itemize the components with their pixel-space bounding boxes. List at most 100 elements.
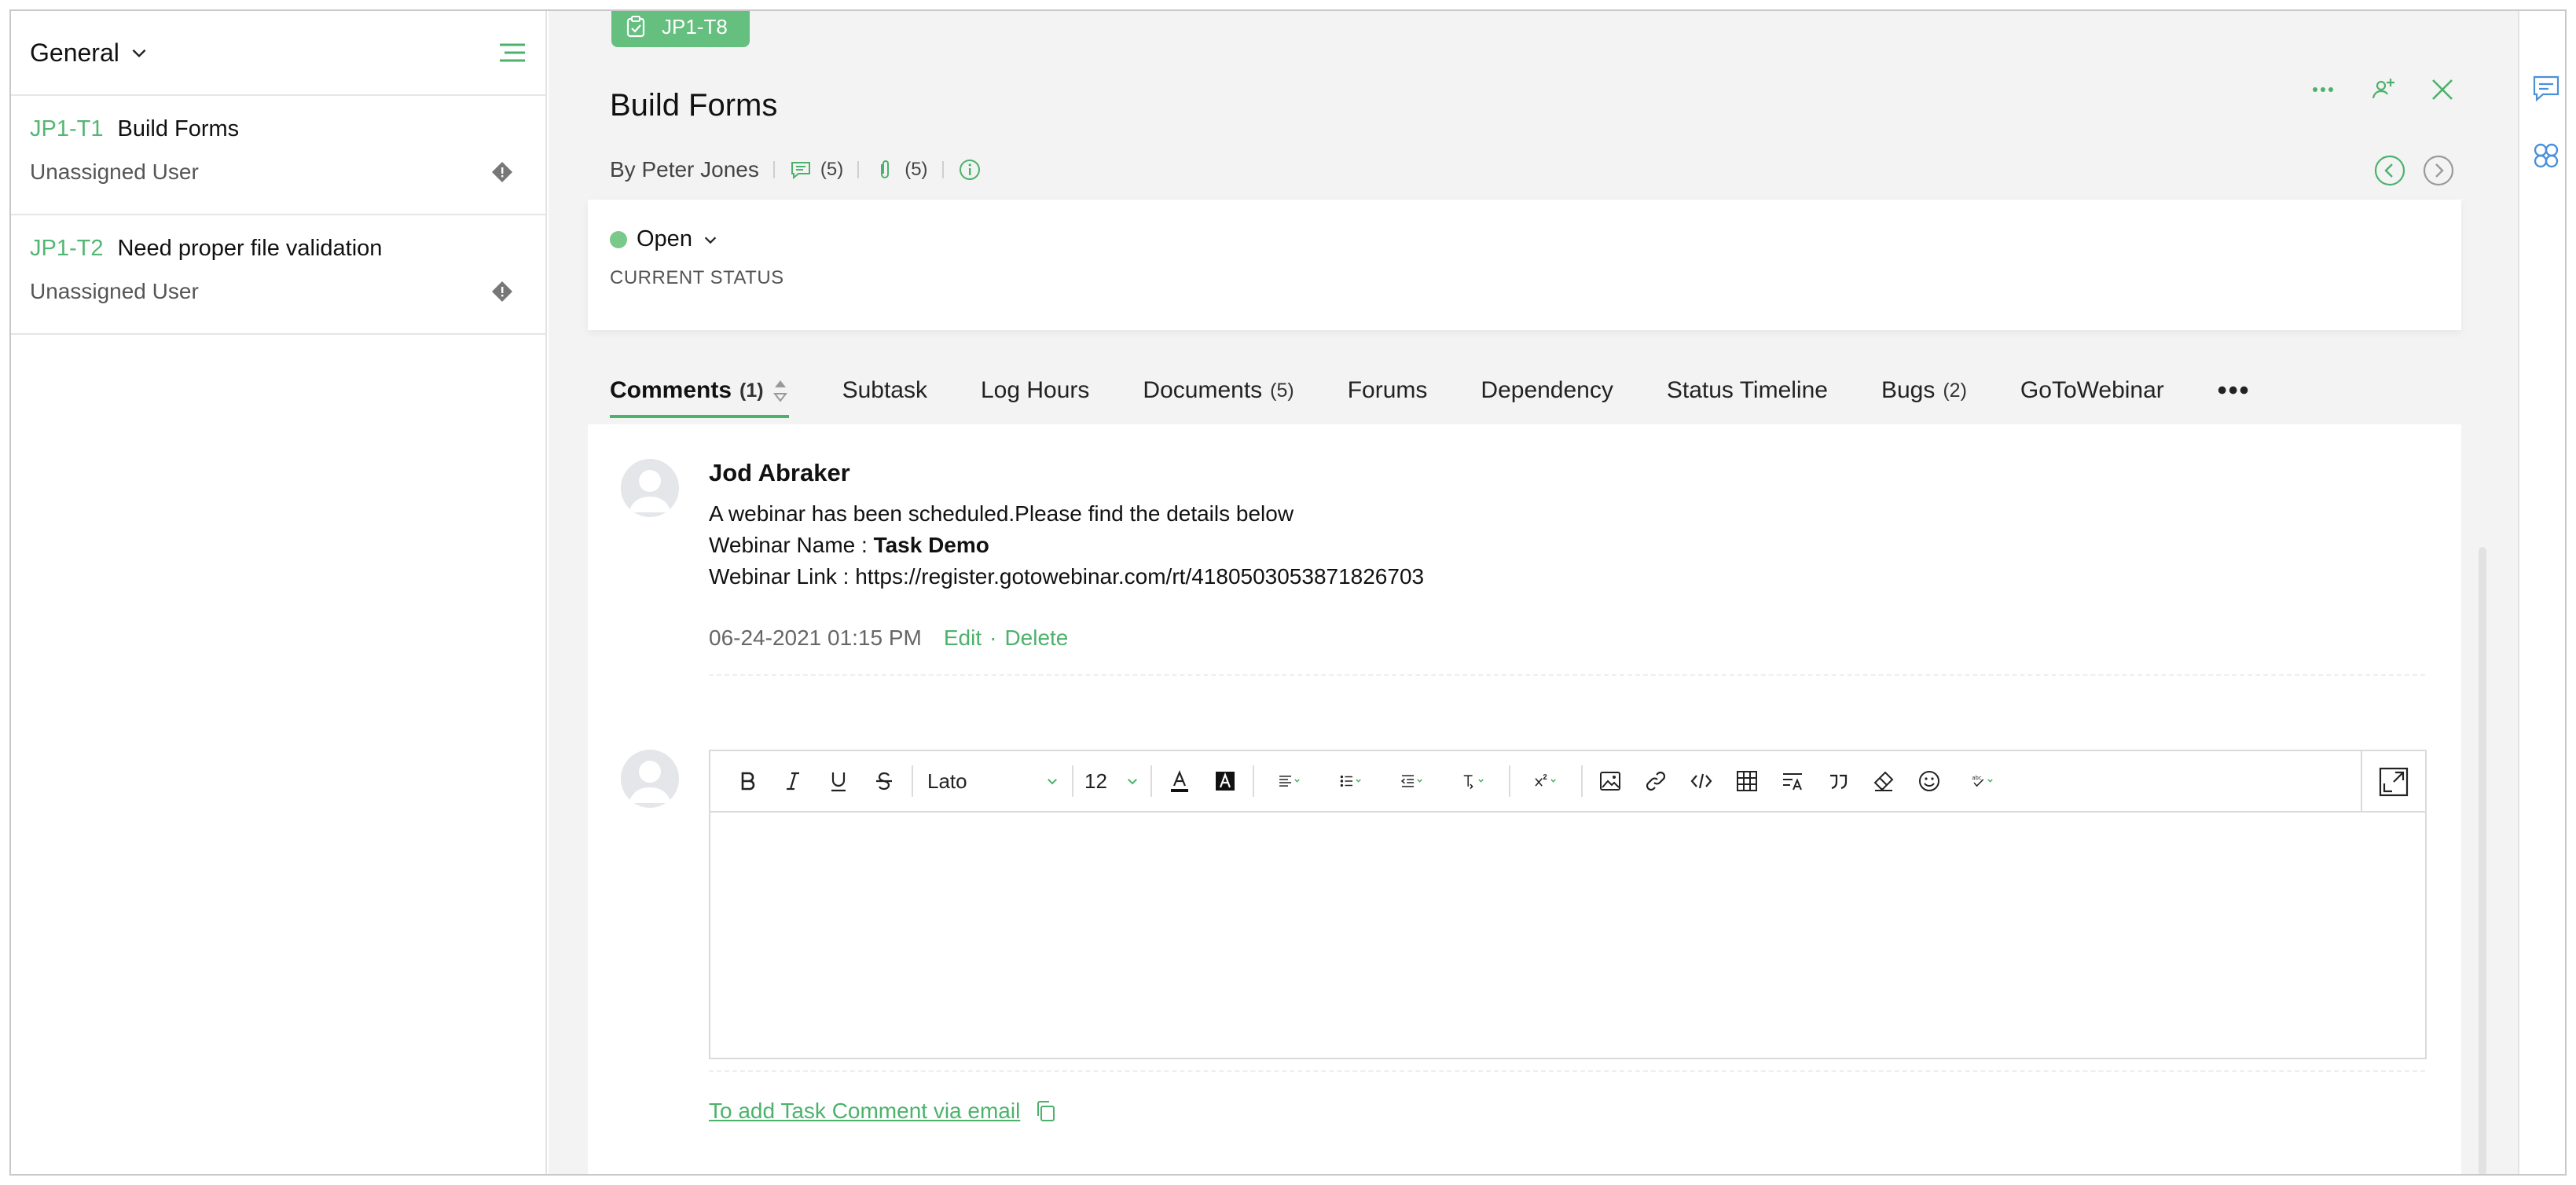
strikethrough-icon bbox=[876, 772, 892, 791]
chat-icon[interactable] bbox=[2530, 72, 2562, 104]
delete-comment-link[interactable]: Delete bbox=[1004, 626, 1068, 651]
superscript-icon bbox=[1535, 774, 1556, 787]
align-button[interactable] bbox=[1259, 758, 1320, 804]
insert-link-button[interactable] bbox=[1633, 758, 1679, 804]
scrollbar-track[interactable] bbox=[2469, 11, 2518, 1174]
scrollbar-thumb[interactable] bbox=[2479, 547, 2486, 1174]
close-icon[interactable] bbox=[2428, 75, 2457, 104]
italic-button[interactable] bbox=[770, 758, 816, 804]
insert-code-button[interactable] bbox=[1679, 758, 1724, 804]
email-comment-link[interactable]: To add Task Comment via email bbox=[709, 1099, 1058, 1124]
task-owner: By Peter Jones bbox=[610, 157, 759, 182]
indent-button[interactable] bbox=[1382, 758, 1443, 804]
font-family-value: Lato bbox=[927, 769, 967, 793]
blockquote-button[interactable] bbox=[1815, 758, 1861, 804]
tab-documents[interactable]: Documents (5) bbox=[1143, 357, 1294, 424]
editor-toolbar: Lato 12 abc bbox=[710, 751, 2425, 813]
tab-forums[interactable]: Forums bbox=[1348, 357, 1428, 424]
bold-icon bbox=[741, 772, 755, 791]
emoji-icon bbox=[1919, 771, 1939, 791]
attachments-count[interactable]: (5) bbox=[873, 158, 928, 182]
attachment-icon bbox=[881, 160, 890, 178]
emoji-button[interactable] bbox=[1906, 758, 1952, 804]
table-icon bbox=[1737, 771, 1757, 791]
view-selector[interactable]: General bbox=[30, 39, 149, 68]
comment-line: Webinar Link : https://register.gotowebi… bbox=[709, 564, 1425, 589]
comment-body: A webinar has been scheduled.Please find… bbox=[709, 498, 1424, 592]
sort-icon[interactable] bbox=[772, 377, 789, 404]
app-frame: General JP1-T1 Build Forms Unassigned Us… bbox=[9, 9, 2567, 1176]
comments-count[interactable]: (5) bbox=[789, 158, 843, 182]
previous-task-icon[interactable] bbox=[2373, 154, 2406, 187]
tab-label: Dependency bbox=[1481, 377, 1613, 403]
insert-table-button[interactable] bbox=[1724, 758, 1770, 804]
highlight-color-button[interactable] bbox=[1202, 758, 1248, 804]
image-icon bbox=[1600, 772, 1620, 791]
avatar bbox=[621, 750, 679, 808]
more-options-icon[interactable] bbox=[2309, 75, 2337, 104]
status-dropdown[interactable]: Open bbox=[610, 226, 719, 252]
task-id-tag: JP1-T8 bbox=[611, 11, 750, 47]
task-info[interactable] bbox=[958, 158, 982, 182]
status-dot bbox=[610, 230, 627, 248]
tab-count: (1) bbox=[739, 379, 764, 402]
strikethrough-button[interactable] bbox=[861, 758, 907, 804]
editor-divider bbox=[709, 1070, 2425, 1072]
tab-subtask[interactable]: Subtask bbox=[842, 357, 927, 424]
next-task-icon[interactable] bbox=[2422, 154, 2455, 187]
webinar-name-label: Webinar Name : bbox=[709, 533, 874, 557]
list-button[interactable] bbox=[1320, 758, 1382, 804]
text-format-icon bbox=[1783, 773, 1802, 791]
tab-label: Log Hours bbox=[981, 377, 1090, 403]
copy-icon[interactable] bbox=[1034, 1099, 1058, 1123]
superscript-button[interactable] bbox=[1515, 758, 1576, 804]
task-title[interactable]: Build Forms bbox=[610, 88, 777, 123]
tab-comments[interactable]: Comments (1) bbox=[610, 357, 789, 424]
font-size-select[interactable]: 12 bbox=[1078, 758, 1146, 804]
tab-bugs[interactable]: Bugs (2) bbox=[1881, 357, 1967, 424]
font-family-select[interactable]: Lato bbox=[918, 758, 1067, 804]
integration-icon[interactable] bbox=[2530, 140, 2562, 171]
list-menu-icon[interactable] bbox=[498, 41, 527, 64]
avatar bbox=[621, 459, 679, 517]
spellcheck-button[interactable]: abc bbox=[1952, 758, 2013, 804]
expand-icon bbox=[2379, 767, 2409, 797]
format-button[interactable] bbox=[1770, 758, 1815, 804]
clear-format-button[interactable] bbox=[1861, 758, 1906, 804]
tab-dependency[interactable]: Dependency bbox=[1481, 357, 1613, 424]
comment-author: Jod Abraker bbox=[709, 459, 850, 486]
follow-user-icon[interactable] bbox=[2369, 75, 2397, 104]
tab-gotowebinar[interactable]: GoToWebinar bbox=[2020, 357, 2164, 424]
svg-text:abc: abc bbox=[1972, 775, 1981, 781]
quote-icon bbox=[1830, 774, 1848, 790]
bold-button[interactable] bbox=[725, 758, 770, 804]
text-direction-icon bbox=[1463, 775, 1484, 790]
webinar-name-value: Task Demo bbox=[873, 533, 989, 557]
edit-comment-link[interactable]: Edit bbox=[944, 626, 982, 651]
tab-log-hours[interactable]: Log Hours bbox=[981, 357, 1089, 424]
view-title: General bbox=[30, 38, 119, 67]
task-clipboard-icon bbox=[626, 16, 645, 38]
task-list-header: General bbox=[11, 11, 545, 96]
comment-line: Webinar Name : Task Demo bbox=[709, 530, 1424, 561]
text-color-button[interactable] bbox=[1157, 758, 1202, 804]
text-color-icon bbox=[1171, 770, 1188, 792]
separator-dot: · bbox=[989, 626, 997, 650]
comments-panel: Jod Abraker A webinar has been scheduled… bbox=[588, 424, 2461, 1174]
tab-count: (5) bbox=[1270, 379, 1294, 402]
more-tabs-icon[interactable]: ••• bbox=[2218, 357, 2251, 424]
comment-text-area[interactable] bbox=[710, 813, 2425, 1058]
tab-label: GoToWebinar bbox=[2020, 377, 2164, 403]
insert-image-button[interactable] bbox=[1587, 758, 1633, 804]
priority-icon bbox=[492, 162, 512, 182]
status-card: Open CURRENT STATUS bbox=[588, 200, 2461, 330]
tab-status-timeline[interactable]: Status Timeline bbox=[1667, 357, 1828, 424]
task-list-item[interactable]: JP1-T2 Need proper file validation Unass… bbox=[11, 215, 545, 335]
priority-icon bbox=[492, 281, 512, 302]
underline-button[interactable] bbox=[816, 758, 861, 804]
attachments-count-value: (5) bbox=[905, 159, 928, 180]
tab-label: Documents bbox=[1143, 377, 1263, 403]
task-list-item[interactable]: JP1-T1 Build Forms Unassigned User bbox=[11, 96, 545, 215]
line-height-button[interactable] bbox=[1443, 758, 1504, 804]
expand-editor-button[interactable] bbox=[2361, 751, 2425, 813]
